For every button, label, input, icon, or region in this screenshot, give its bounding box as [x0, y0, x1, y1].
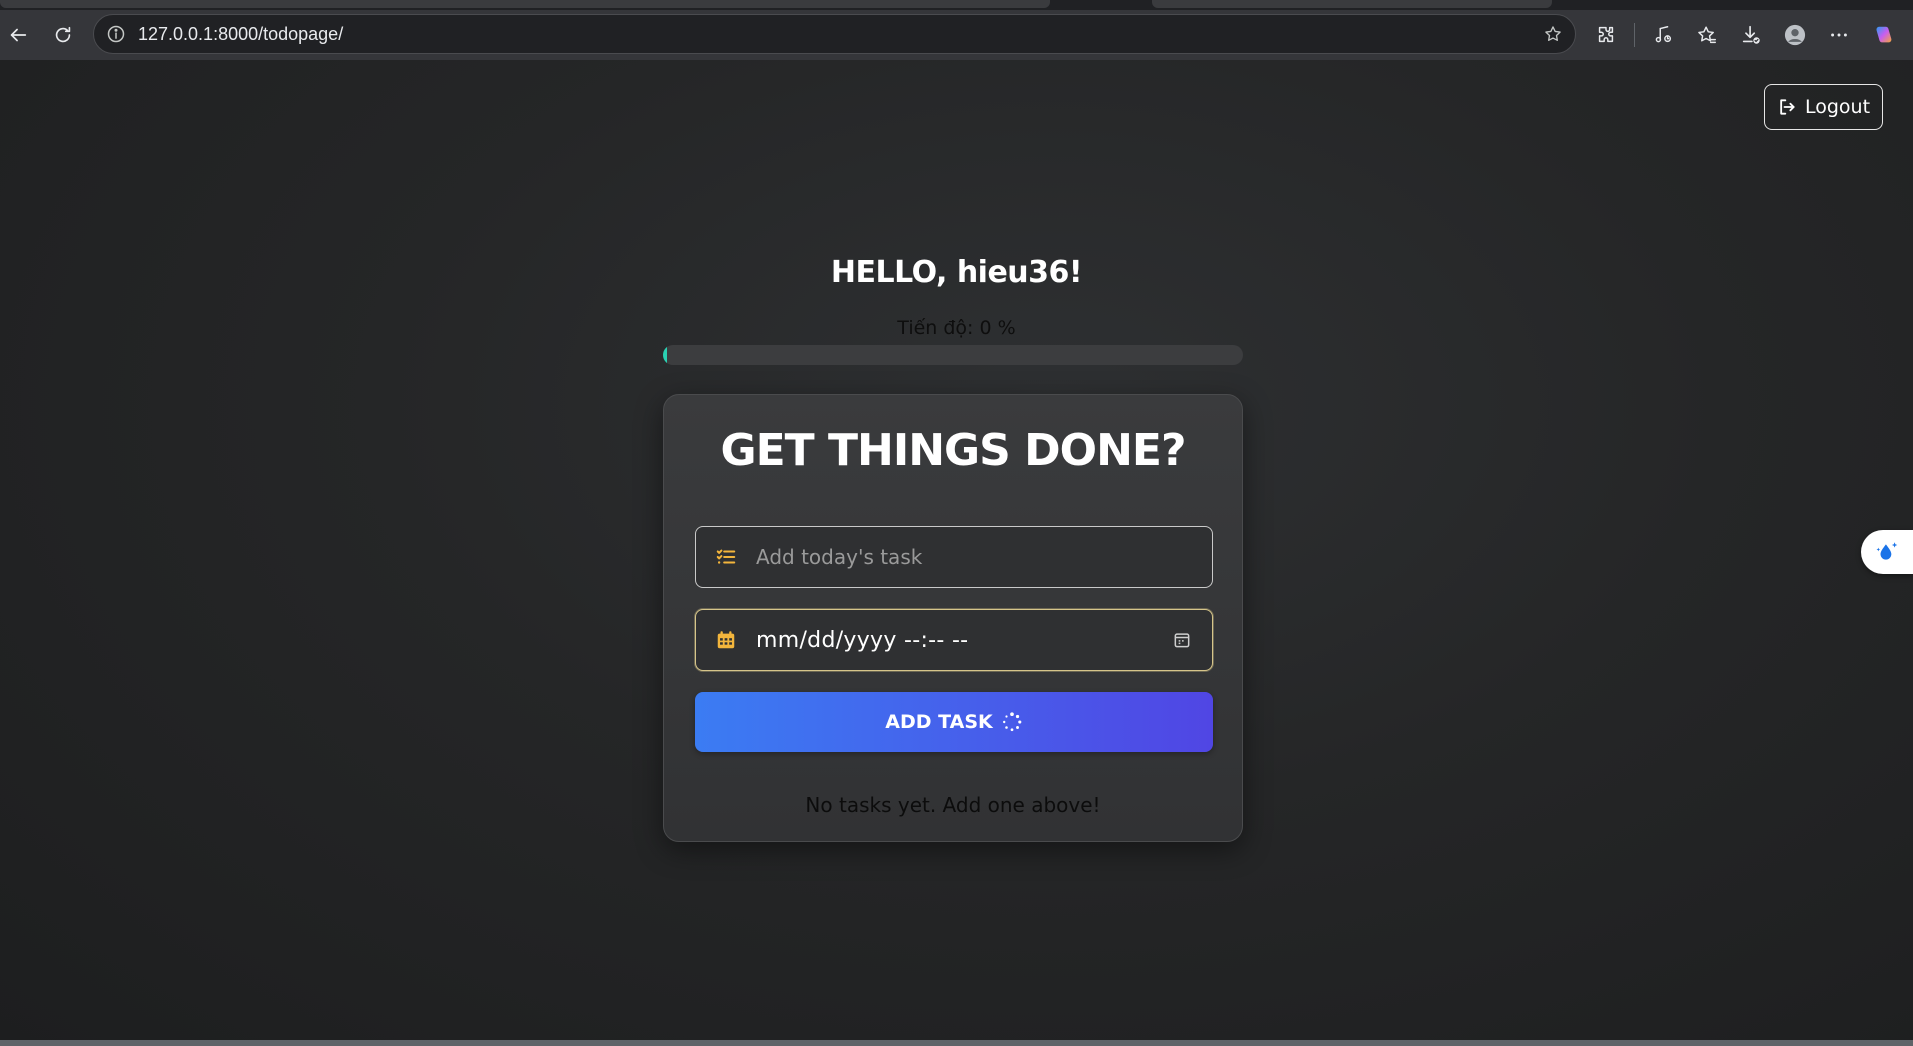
add-task-label: ADD TASK [885, 711, 993, 733]
profile-icon[interactable] [1777, 17, 1813, 53]
assistant-widget-button[interactable] [1861, 530, 1913, 574]
calendar-icon [714, 628, 738, 652]
reload-icon[interactable] [45, 17, 81, 53]
tab-background[interactable] [1152, 0, 1552, 8]
page: Logout HELLO, hieu36! Tiến độ: 0 % GET T… [0, 60, 1913, 1042]
logout-icon [1780, 99, 1795, 115]
bottom-edge [0, 1040, 1913, 1046]
calendar-picker-icon[interactable] [1170, 628, 1194, 652]
download-icon[interactable] [1733, 17, 1769, 53]
tab-strip [0, 0, 1913, 10]
media-icon[interactable] [1645, 17, 1681, 53]
back-arrow-icon[interactable] [0, 17, 36, 53]
star-icon[interactable] [1541, 22, 1565, 46]
greeting-heading: HELLO, hieu36! [830, 255, 1083, 290]
add-task-button[interactable]: ADD TASK [695, 692, 1213, 752]
tab-background[interactable] [0, 0, 1050, 8]
datetime-field: mm/dd/yyyy --:-- -- [695, 609, 1213, 671]
favorites-icon[interactable] [1689, 17, 1725, 53]
task-list-icon [714, 545, 738, 569]
spinner-icon [1002, 712, 1022, 732]
card-title: GET THINGS DONE? [720, 425, 1187, 476]
droplet-sparkle-icon [1876, 542, 1898, 560]
toolbar-actions [1588, 16, 1901, 54]
browser-toolbar: 127.0.0.1:8000/todopage/ [0, 10, 1913, 60]
logout-label: Logout [1804, 96, 1871, 118]
task-input[interactable] [756, 545, 1194, 569]
progress-bar [663, 345, 1243, 365]
info-icon[interactable] [104, 22, 128, 46]
task-field [695, 526, 1213, 588]
puzzle-icon[interactable] [1588, 17, 1624, 53]
toolbar-separator [1634, 23, 1635, 47]
todo-card: GET THINGS DONE? mm/dd/yyyy --:-- -- ADD… [663, 394, 1243, 842]
more-icon[interactable] [1821, 17, 1857, 53]
empty-tasks-message: No tasks yet. Add one above! [805, 793, 1101, 817]
datetime-input[interactable]: mm/dd/yyyy --:-- -- [756, 628, 1170, 653]
progress-label: Tiến độ: 0 % [897, 317, 1016, 339]
logout-button[interactable]: Logout [1764, 84, 1883, 130]
url-text[interactable]: 127.0.0.1:8000/todopage/ [138, 24, 1541, 45]
address-bar[interactable]: 127.0.0.1:8000/todopage/ [93, 14, 1576, 54]
copilot-icon[interactable] [1865, 17, 1901, 53]
progress-fill [663, 345, 667, 365]
